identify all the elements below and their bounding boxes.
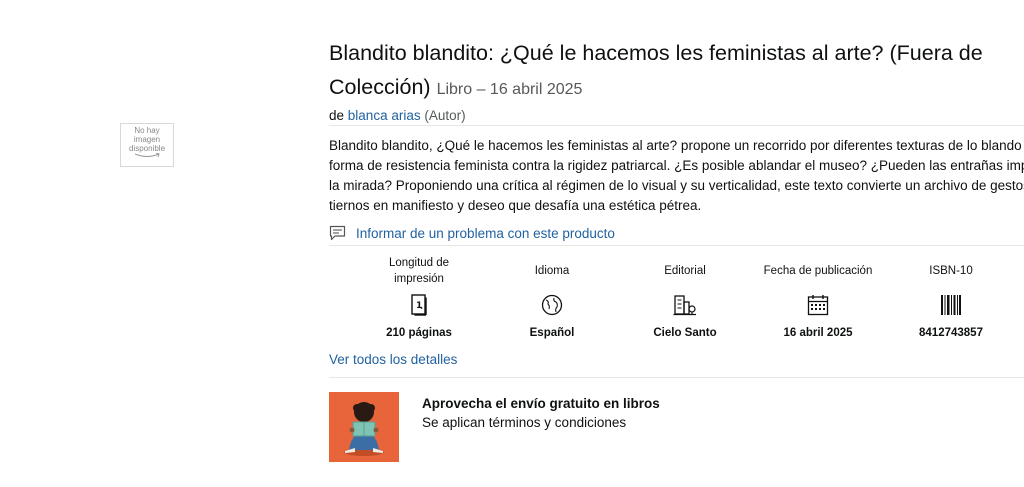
no-image-line-1: No hay (134, 126, 160, 135)
attribute-publisher[interactable]: Editorial Cielo Santo (630, 255, 740, 339)
promo-headline: Aprovecha el envío gratuito en libros (422, 396, 660, 411)
globe-icon (541, 294, 563, 316)
author-role: (Autor) (424, 108, 466, 123)
attribute-isbn10[interactable]: ISBN-10 8412743857 (896, 255, 1006, 339)
promo-terms[interactable]: Se aplican términos y condiciones (422, 413, 660, 432)
attribute-value: Cielo Santo (653, 327, 717, 339)
title-line-2: Colección) (329, 75, 431, 99)
report-problem[interactable]: Informar de un problema con este product… (329, 225, 615, 241)
byline: de blanca arias (Autor) (329, 107, 1024, 125)
attribute-value: 8412743857 (919, 327, 983, 339)
no-image-line-3: disponible (128, 144, 166, 153)
product-title: Blandito blandito: ¿Qué le hacemos les f… (329, 36, 1024, 107)
no-image-line-2: imagen (133, 135, 161, 144)
description-line: tiernos en manifiesto y deseo que desafí… (329, 198, 702, 213)
attribute-label: ISBN-10 (929, 265, 973, 277)
attribute-label: Editorial (664, 265, 706, 277)
feedback-icon (329, 225, 346, 241)
calendar-icon (807, 295, 829, 316)
attribute-label: Idioma (534, 265, 570, 277)
promo-reader-illustration[interactable] (329, 392, 399, 462)
attribute-value: 16 abril 2025 (783, 327, 853, 339)
description-line: la mirada? Proponiendo una crítica al ré… (329, 178, 1024, 193)
product-header: Blandito blandito: ¿Qué le hacemos les f… (329, 36, 1024, 125)
smile-arrow-icon (134, 153, 160, 158)
author-link[interactable]: blanca arias (348, 108, 421, 123)
divider (329, 377, 1024, 378)
attribute-publication-date[interactable]: Fecha de publicación 16 abril 2025 (763, 255, 873, 339)
attribute-label: Longitud de impresión (388, 257, 450, 285)
description-line: Blandito blandito, ¿Qué le hacemos les f… (329, 138, 1024, 153)
attribute-language[interactable]: Idioma Español (497, 255, 607, 339)
format-date: Libro – 16 abril 2025 (436, 81, 583, 98)
divider (329, 125, 1024, 126)
attribute-value: Español (529, 327, 575, 339)
promo-text: Aprovecha el envío gratuito en libros Se… (422, 394, 660, 432)
divider (329, 245, 1024, 246)
barcode-icon (941, 295, 961, 315)
report-problem-link[interactable]: Informar de un problema con este product… (356, 226, 615, 241)
no-image-placeholder: No hay imagen disponible (120, 123, 174, 167)
attribute-print-length[interactable]: Longitud de impresión 1 210 páginas (364, 255, 474, 339)
description-line: forma de resistencia feminista contra la… (329, 158, 1024, 173)
product-description: Blandito blandito, ¿Qué le hacemos les f… (329, 136, 1024, 216)
product-attributes: Longitud de impresión 1 210 páginas Idio… (360, 255, 1024, 345)
reading-person-illustration (344, 402, 384, 456)
attribute-label: Fecha de publicación (763, 265, 873, 277)
see-all-details-link[interactable]: Ver todos los detalles (329, 352, 457, 367)
by-prefix: de (329, 108, 345, 123)
book-pages-icon: 1 (411, 294, 427, 316)
title-line-1: Blandito blandito: ¿Qué le hacemos les f… (329, 41, 983, 65)
svg-text:1: 1 (416, 301, 422, 311)
attribute-value: 210 páginas (386, 327, 452, 339)
publisher-building-icon (673, 295, 696, 316)
